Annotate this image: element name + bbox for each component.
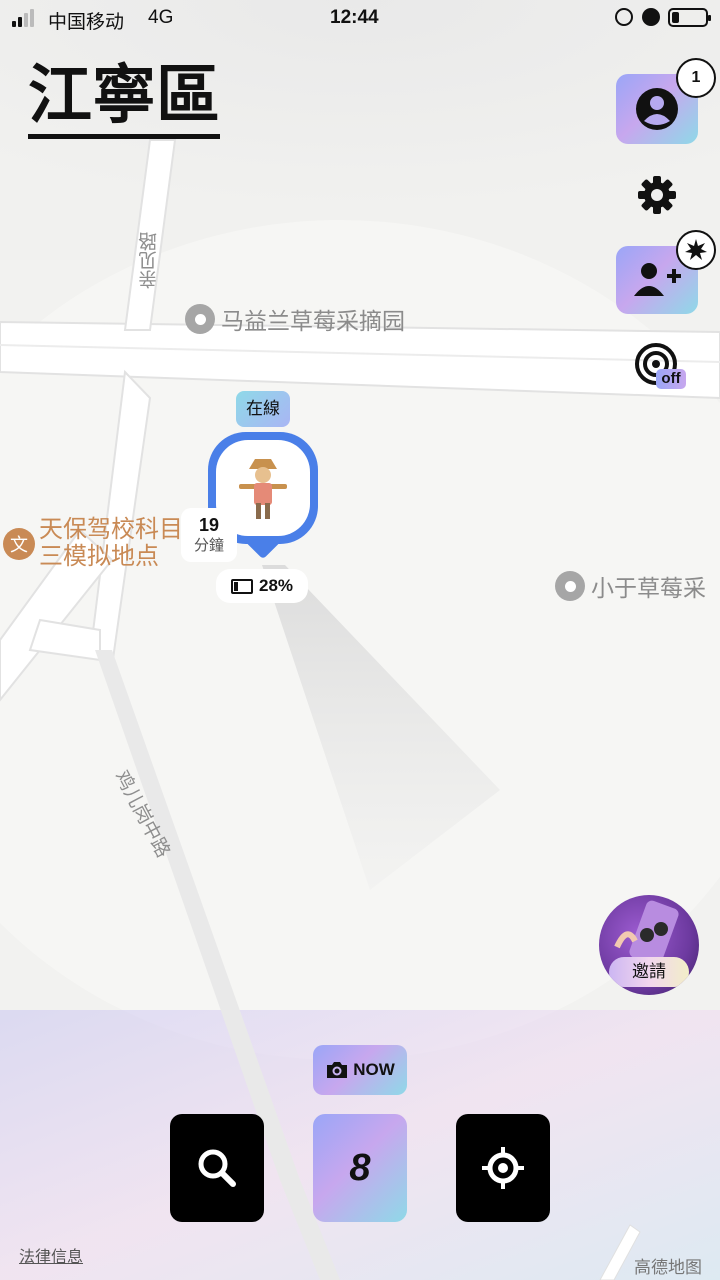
- status-bar: 中国移动 4G 12:44: [0, 0, 720, 36]
- carrier-name: 中国移动: [48, 12, 125, 33]
- network-type: 4G: [148, 7, 174, 28]
- friends-count-button[interactable]: 8: [313, 1114, 407, 1222]
- battery-icon: [668, 8, 711, 27]
- poi-icon: [555, 571, 585, 601]
- poi-driving-school[interactable]: 文 天保驾校科目 三模拟地点: [3, 516, 183, 570]
- poi-strawberry-farm[interactable]: 马益兰草莓采摘园: [185, 302, 405, 336]
- duration-pill: 19 分鐘: [181, 508, 237, 562]
- invite-label: 邀請: [609, 957, 689, 987]
- burst-icon: [685, 239, 707, 260]
- signal-icon: [12, 9, 34, 27]
- poi-xiaoyu-strawberry[interactable]: 小于草莓采: [555, 569, 706, 603]
- scarecrow-avatar: [239, 459, 287, 519]
- user-icon: [636, 88, 678, 130]
- map-attribution: 高德地图: [634, 1258, 702, 1278]
- clock: 12:44: [330, 7, 379, 28]
- crosshair-icon: [482, 1147, 524, 1189]
- battery-icon: [230, 578, 253, 594]
- poi-driving-icon: 文: [3, 528, 35, 560]
- gear-icon: [638, 176, 676, 214]
- road-label-qinjian: 亲见路: [138, 232, 160, 289]
- radar-state-label: off: [656, 369, 686, 389]
- settings-button[interactable]: [632, 172, 682, 218]
- camera-icon: [327, 1062, 348, 1078]
- new-request-badge: [676, 230, 716, 270]
- legal-info-link[interactable]: 法律信息: [19, 1243, 83, 1267]
- battery-pill: 28%: [216, 569, 308, 603]
- search-icon: [198, 1149, 236, 1187]
- online-status-badge: 在線: [236, 391, 290, 427]
- locate-me-button[interactable]: [456, 1114, 550, 1222]
- add-user-icon: [634, 263, 681, 296]
- radar-button[interactable]: off: [632, 342, 688, 392]
- notification-badge: 1: [676, 58, 716, 98]
- district-title: 江寧區: [28, 58, 220, 139]
- invite-button[interactable]: 邀請: [599, 895, 699, 995]
- search-button[interactable]: [170, 1114, 264, 1222]
- camera-now-button[interactable]: NOW: [313, 1045, 407, 1095]
- rotation-lock-icon: [615, 8, 633, 26]
- alarm-icon: [642, 8, 660, 26]
- poi-icon: [185, 304, 215, 334]
